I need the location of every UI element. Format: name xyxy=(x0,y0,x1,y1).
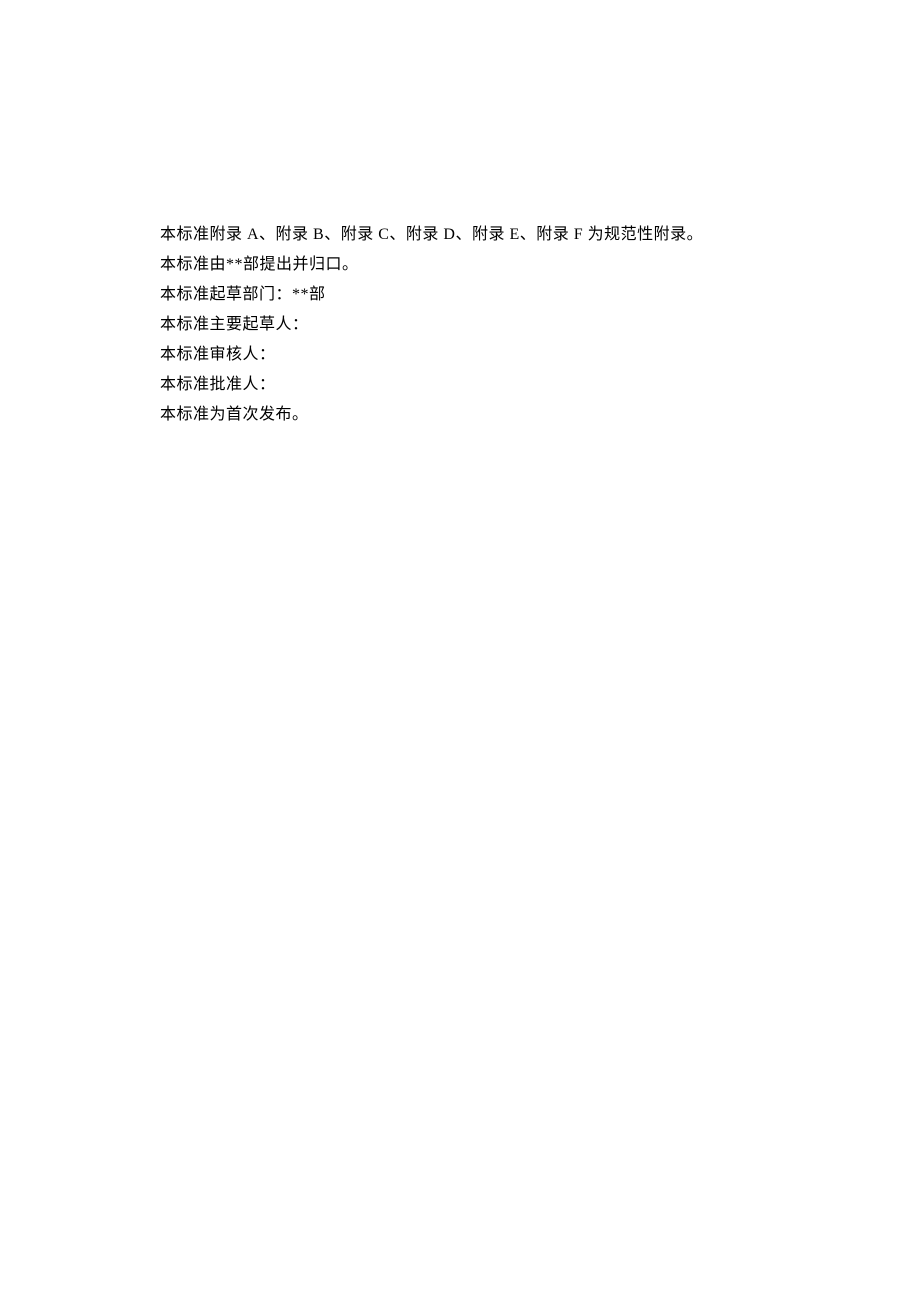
text-line: 本标准审核人： xyxy=(160,340,780,370)
document-content: 本标准附录 A、附录 B、附录 C、附录 D、附录 E、附录 F 为规范性附录。… xyxy=(160,220,780,430)
text-line: 本标准由**部提出并归口。 xyxy=(160,250,780,280)
text-line: 本标准主要起草人： xyxy=(160,310,780,340)
text-line: 本标准批准人： xyxy=(160,370,780,400)
text-line: 本标准附录 A、附录 B、附录 C、附录 D、附录 E、附录 F 为规范性附录。 xyxy=(160,220,780,250)
text-line: 本标准起草部门：**部 xyxy=(160,280,780,310)
text-line: 本标准为首次发布。 xyxy=(160,400,780,430)
